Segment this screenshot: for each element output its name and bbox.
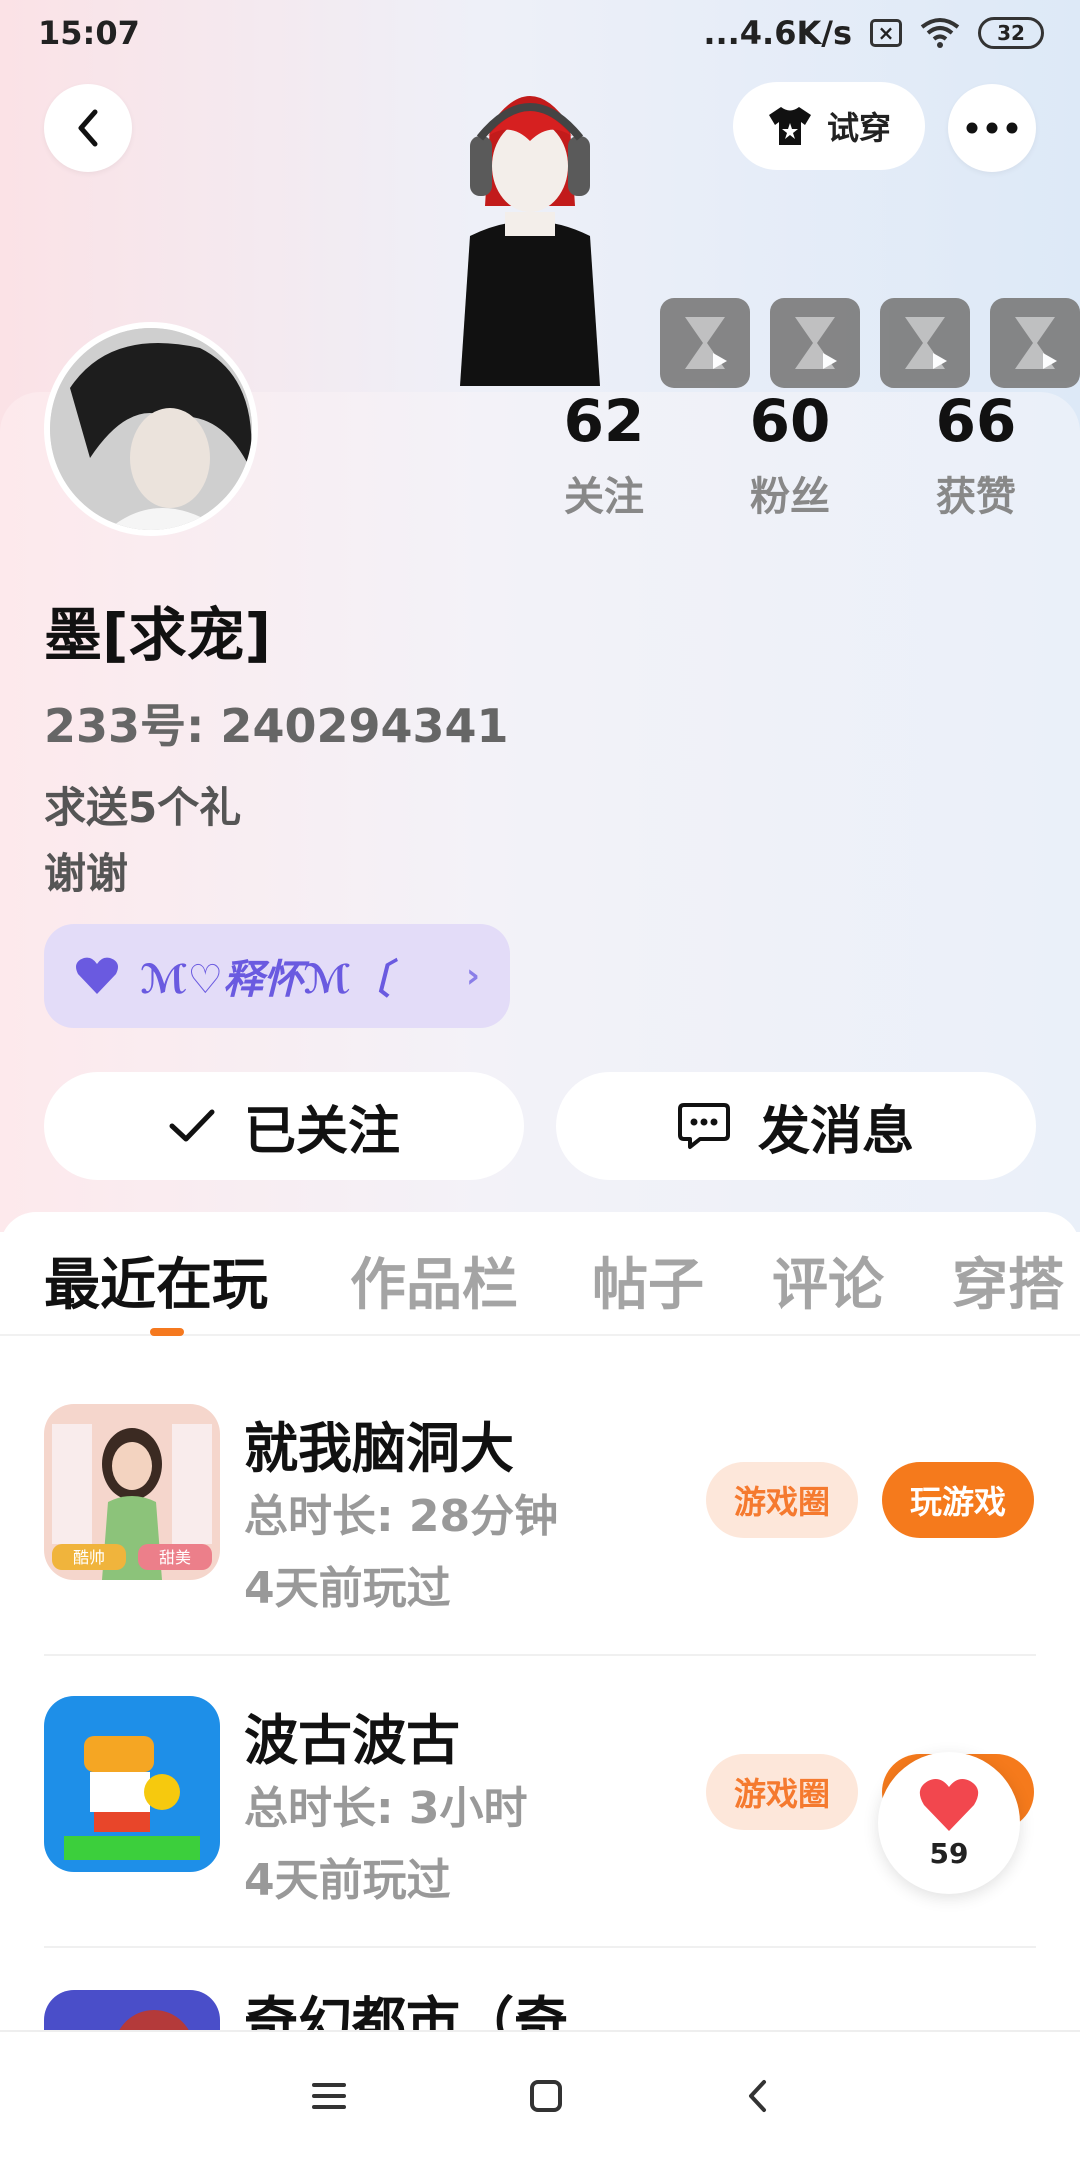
wifi-icon <box>920 18 960 48</box>
heart-icon <box>76 957 118 994</box>
stat-label: 关注 <box>564 474 644 520</box>
user-bio: 求送5个礼 谢谢 <box>44 775 241 907</box>
avatar-3d-figure[interactable] <box>430 66 630 396</box>
stat-likes[interactable]: 66 获赞 <box>896 388 1056 522</box>
active-tab-indicator <box>150 1328 184 1336</box>
network-speed: ...4.6K/s <box>703 14 852 52</box>
game-icon[interactable] <box>44 1990 220 2030</box>
game-cover-image <box>44 1696 220 1872</box>
like-count: 59 <box>929 1836 969 1870</box>
hourglass-play-icon <box>1015 317 1057 369</box>
stat-value: 66 <box>935 387 1017 455</box>
emote-slot[interactable] <box>990 298 1080 388</box>
emote-slot[interactable] <box>770 298 860 388</box>
emote-slot[interactable] <box>660 298 750 388</box>
tag-sweet: 甜美 <box>159 1549 191 1567</box>
system-navigation-bar <box>0 2030 1080 2160</box>
game-last-played: 4天前玩过 <box>244 1855 451 1906</box>
list-item[interactable]: 奇幻都市（奇... <box>0 1948 1080 2030</box>
tshirt-icon <box>768 107 811 145</box>
stat-label: 获赞 <box>936 474 1016 520</box>
tab-comments[interactable]: 评论 <box>772 1240 884 1321</box>
cp-label: ℳ♡释怀ℳ〔 <box>140 957 391 1003</box>
menu-icon[interactable] <box>312 2081 346 2111</box>
tab-recently-played[interactable]: 最近在玩 <box>44 1240 268 1321</box>
user-id: 233号: 240294341 <box>44 699 509 753</box>
status-indicators: ...4.6K/s × 32 <box>703 14 1044 52</box>
play-game-button[interactable]: 玩游戏 <box>882 1462 1034 1538</box>
follow-label: 已关注 <box>243 1101 400 1162</box>
back-arrow-icon[interactable] <box>746 2079 768 2113</box>
game-title[interactable]: 奇幻都市（奇... <box>244 1978 630 2030</box>
stat-value: 60 <box>749 387 831 455</box>
bio-line: 求送5个礼 <box>44 783 242 832</box>
list-item[interactable]: 酷帅 甜美 就我脑洞大 总时长: 28分钟 4天前玩过 游戏圈 玩游戏 <box>0 1364 1080 1656</box>
bio-line: 谢谢 <box>44 849 129 898</box>
like-widget[interactable]: 59 <box>878 1752 1020 1894</box>
back-button[interactable] <box>44 84 132 172</box>
hourglass-play-icon <box>905 317 947 369</box>
game-cover-image: 酷帅 甜美 <box>44 1404 220 1580</box>
game-circle-button[interactable]: 游戏圈 <box>706 1462 858 1538</box>
game-icon[interactable]: 酷帅 甜美 <box>44 1404 220 1580</box>
game-duration: 总时长: 3小时 <box>244 1783 528 1834</box>
game-title[interactable]: 就我脑洞大 <box>244 1404 514 1483</box>
battery-indicator: 32 <box>978 17 1044 49</box>
sim-off-icon: × <box>870 19 902 47</box>
tab-outfits[interactable]: 穿搭 <box>952 1240 1064 1321</box>
chevron-left-icon <box>78 109 98 147</box>
avatar[interactable] <box>44 322 258 536</box>
message-label: 发消息 <box>757 1101 914 1162</box>
tag-cool: 酷帅 <box>73 1549 105 1567</box>
chat-bubble-icon <box>677 1103 730 1149</box>
game-duration: 总时长: 28分钟 <box>244 1491 559 1542</box>
status-bar: 15:07 ...4.6K/s × 32 <box>0 0 1080 66</box>
more-options-button[interactable] <box>948 84 1036 172</box>
user-nickname: 墨[求宠] <box>44 601 272 669</box>
game-cover-image <box>44 1990 220 2030</box>
stat-followers[interactable]: 60 粉丝 <box>710 388 870 522</box>
heart-icon <box>919 1778 979 1831</box>
game-last-played: 4天前玩过 <box>244 1563 451 1614</box>
status-time: 15:07 <box>38 14 140 52</box>
cp-relationship-pill[interactable]: ℳ♡释怀ℳ〔 › <box>44 924 510 1028</box>
chevron-right-icon: › <box>465 956 480 996</box>
try-on-button[interactable]: 试穿 <box>733 82 925 170</box>
game-icon[interactable] <box>44 1696 220 1872</box>
emote-slot[interactable] <box>880 298 970 388</box>
game-circle-button[interactable]: 游戏圈 <box>706 1754 858 1830</box>
game-title[interactable]: 波古波古 <box>244 1696 460 1775</box>
hourglass-play-icon <box>795 317 837 369</box>
stat-label: 粉丝 <box>750 474 830 520</box>
send-message-button[interactable]: 发消息 <box>556 1072 1036 1180</box>
hourglass-play-icon <box>685 317 727 369</box>
tab-works[interactable]: 作品栏 <box>350 1240 518 1321</box>
stat-following[interactable]: 62 关注 <box>524 388 684 522</box>
more-dots-icon <box>966 122 1018 134</box>
tab-posts[interactable]: 帖子 <box>592 1240 704 1321</box>
home-square-icon[interactable] <box>530 2080 562 2112</box>
try-on-label: 试穿 <box>826 109 891 147</box>
follow-button[interactable]: 已关注 <box>44 1072 524 1180</box>
stat-value: 62 <box>563 387 645 455</box>
content-tabs: 最近在玩 作品栏 帖子 评论 穿搭 <box>0 1212 1080 1336</box>
checkmark-icon <box>169 1109 215 1142</box>
